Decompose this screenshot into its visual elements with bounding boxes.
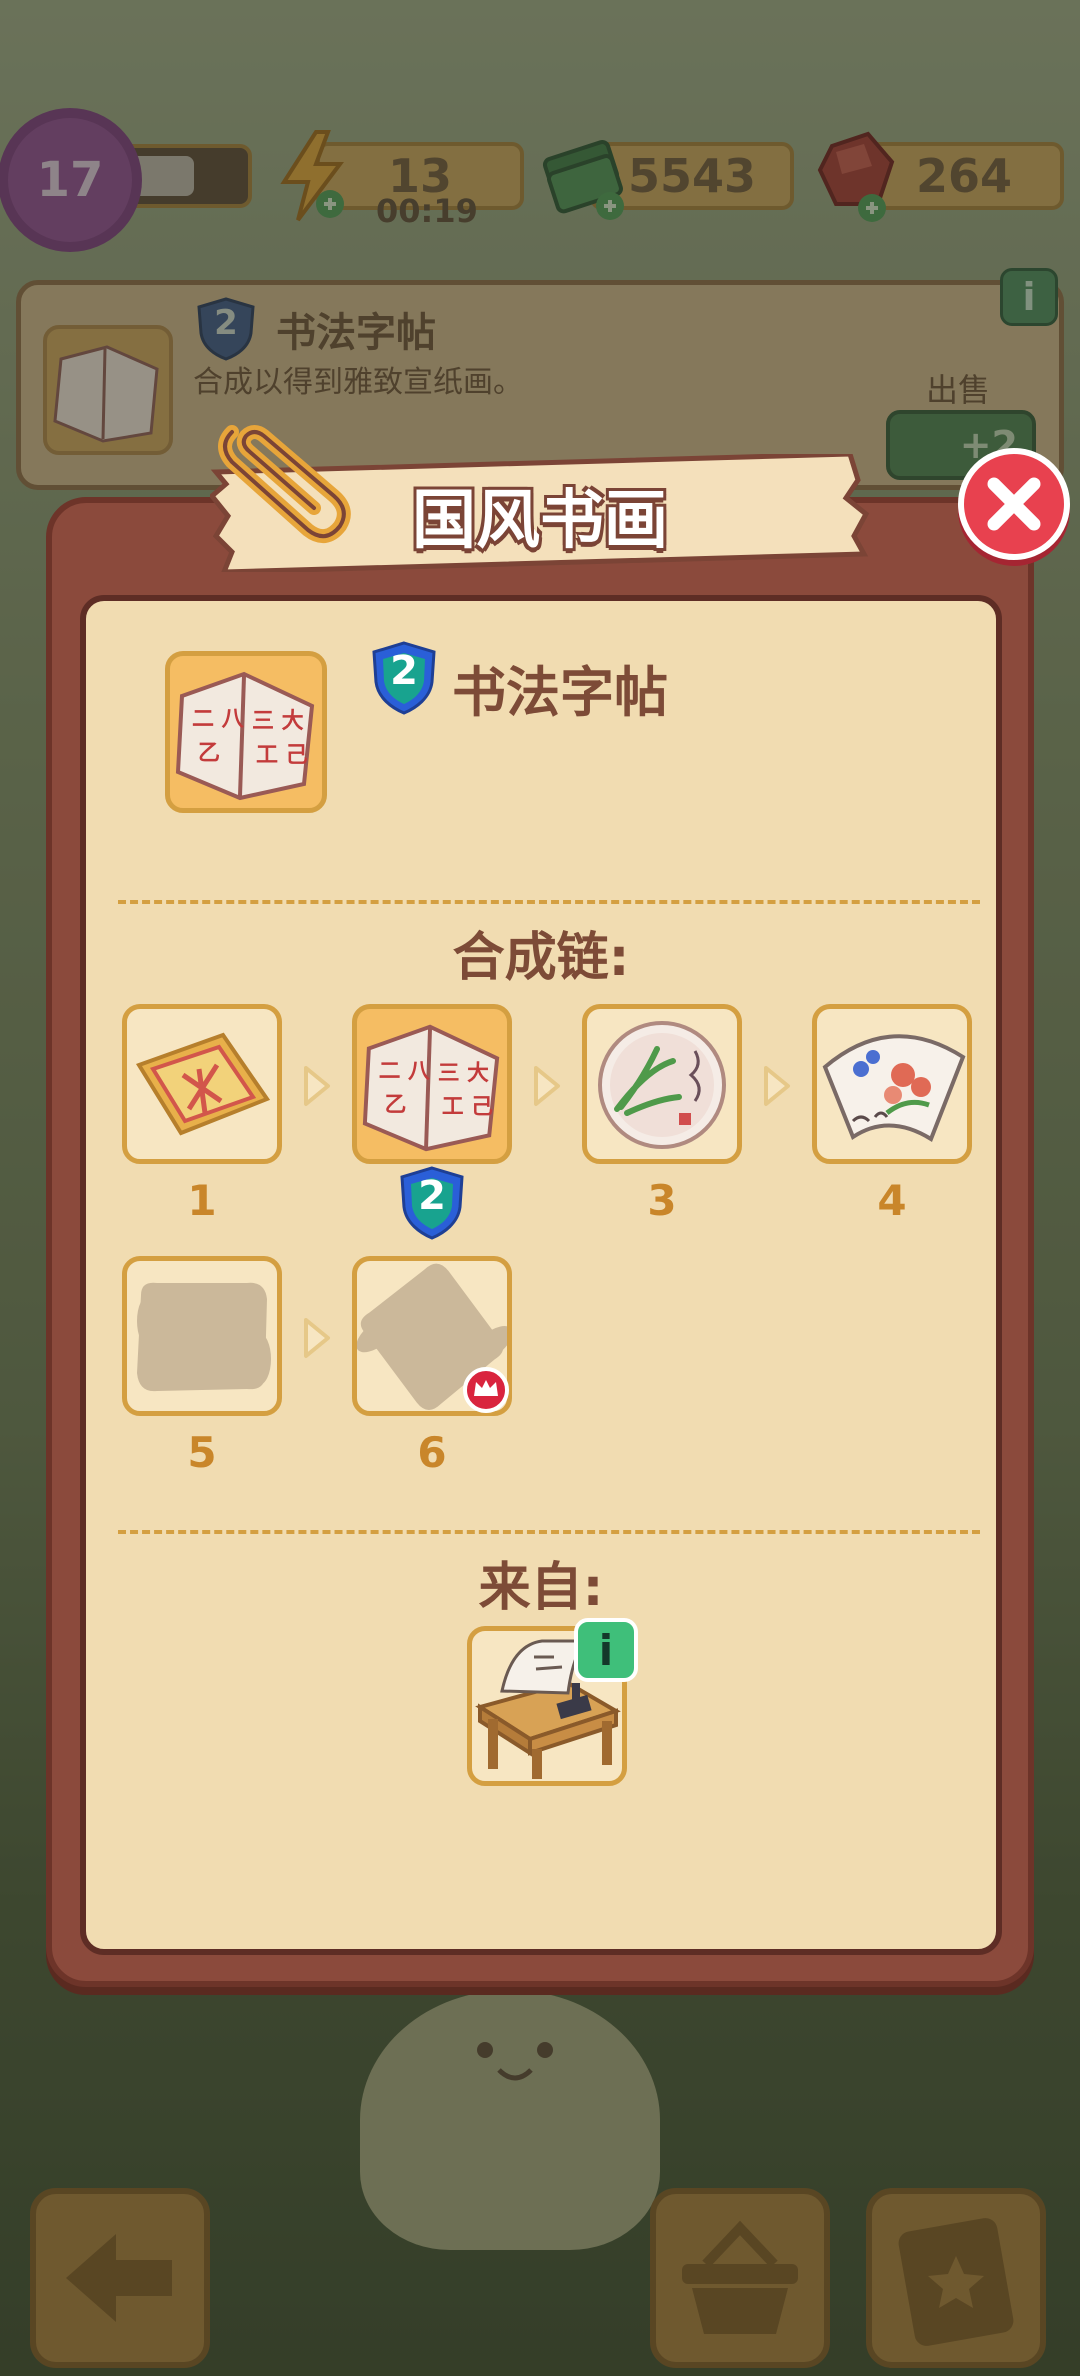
close-icon [987, 477, 1041, 531]
svg-text:乙: 乙 [385, 1093, 407, 1118]
svg-text:二 八: 二 八 [379, 1059, 430, 1084]
item-name: 书法字帖 [452, 661, 668, 724]
svg-text:乙: 乙 [198, 741, 220, 766]
section-divider [118, 1530, 980, 1534]
section-divider [118, 900, 980, 904]
chain-arrow-icon [304, 1066, 330, 1106]
svg-text:二 八: 二 八 [192, 707, 245, 732]
chain-arrow-icon [764, 1066, 790, 1106]
red-paper-cut-icon [135, 1032, 271, 1136]
item-level-number: 2 [390, 648, 418, 694]
svg-text:三 大: 三 大 [252, 709, 304, 734]
chain-arrow-icon [304, 1318, 330, 1358]
svg-text:工 己: 工 己 [256, 743, 308, 768]
chain-arrow-icon [534, 1066, 560, 1106]
chain-item-2[interactable]: 二 八 三 大 乙 工 己 [352, 1004, 512, 1164]
chain-item-3[interactable] [582, 1004, 742, 1164]
svg-text:三 大: 三 大 [438, 1061, 489, 1086]
svg-text:工 己: 工 己 [442, 1095, 493, 1120]
selected-item-slot: 二 八 三 大 乙 工 己 [165, 651, 327, 813]
flower-fan-icon [822, 1034, 966, 1142]
source-title: 来自: [478, 1558, 604, 1618]
chain-item-5[interactable] [122, 1256, 282, 1416]
chain-item-3-label: 3 [647, 1176, 677, 1225]
merge-chain-title: 合成链: [452, 928, 630, 988]
crown-badge-icon [463, 1367, 509, 1413]
calligraphy-book-icon: 二 八 三 大 乙 工 己 [175, 671, 315, 801]
chain-item-4-label: 4 [877, 1176, 907, 1225]
locked-scroll-icon [137, 1282, 271, 1392]
chain-item-4[interactable] [812, 1004, 972, 1164]
chain-item-5-label: 5 [187, 1428, 217, 1477]
close-button[interactable] [958, 448, 1070, 560]
chain-item-6-label: 6 [417, 1428, 447, 1477]
modal-title: 国风书画 [412, 484, 668, 558]
source-info-button[interactable]: i [574, 1618, 638, 1682]
chain-item-1[interactable] [122, 1004, 282, 1164]
chain-item-1-label: 1 [187, 1176, 217, 1225]
calligraphy-book-icon: 二 八 三 大 乙 工 己 [362, 1024, 500, 1152]
orchid-plate-icon [598, 1021, 726, 1149]
chain-item-2-badge: 2 [418, 1173, 446, 1219]
